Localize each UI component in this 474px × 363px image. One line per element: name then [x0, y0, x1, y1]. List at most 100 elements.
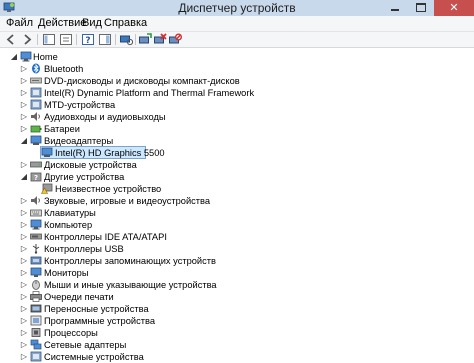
tree-device-intel-hd-graphics[interactable]: Intel(R) HD Graphics 5500 — [0, 146, 474, 159]
category-label: Мониторы — [44, 268, 89, 278]
category-label: Intel(R) Dynamic Platform and Thermal Fr… — [44, 88, 255, 98]
tree-category-system-devices[interactable]: ▷ Системные устройства — [0, 351, 474, 363]
tree-device-unknown[interactable]: Неизвестное устройство — [0, 183, 474, 195]
expand-icon[interactable]: ▷ — [20, 123, 28, 135]
expand-icon[interactable]: ▷ — [20, 255, 28, 267]
expand-icon[interactable]: ▷ — [20, 63, 28, 75]
tree-category-processors[interactable]: ▷ Процессоры — [0, 327, 474, 339]
bluetooth-icon — [32, 63, 40, 74]
speaker-icon — [31, 196, 40, 205]
expand-icon[interactable]: ▷ — [20, 219, 28, 231]
category-label: Другие устройства — [44, 172, 125, 182]
warning-device-icon — [41, 183, 53, 194]
software-device-icon — [30, 315, 42, 326]
category-label: Программные устройства — [44, 316, 156, 326]
tree-category-batteries[interactable]: ▷ Батареи — [0, 123, 474, 135]
help-icon[interactable]: ? — [81, 33, 95, 46]
menu-view[interactable]: Вид — [82, 17, 102, 29]
tree-category-audio-io[interactable]: ▷ Аудиовходы и аудиовыходы — [0, 111, 474, 123]
tree-category-print-queues[interactable]: ▷ Очереди печати — [0, 291, 474, 303]
tree-category-intel-dptf[interactable]: ▷ Intel(R) Dynamic Platform and Thermal … — [0, 87, 474, 99]
back-icon[interactable] — [4, 33, 18, 46]
tree-category-computer[interactable]: ▷ Компьютер — [0, 219, 474, 231]
category-label: Мыши и иные указывающие устройства — [44, 280, 217, 290]
processor-icon — [31, 328, 41, 337]
tree-category-ide[interactable]: ▷ Контроллеры IDE ATA/ATAPI — [0, 231, 474, 243]
expand-icon[interactable]: ▷ — [20, 87, 28, 99]
uninstall-device-icon[interactable] — [153, 33, 167, 46]
other-devices-icon: ? — [30, 172, 42, 182]
tree-category-other-devices[interactable]: ◢ ? Другие устройства — [0, 171, 474, 183]
expand-icon[interactable]: ▷ — [20, 159, 28, 171]
tree-category-software-devices[interactable]: ▷ Программные устройства — [0, 315, 474, 327]
expand-icon[interactable]: ▷ — [20, 99, 28, 111]
expand-icon[interactable]: ▷ — [20, 339, 28, 351]
ide-controller-icon — [30, 233, 42, 240]
properties-icon[interactable] — [59, 33, 73, 46]
expand-icon[interactable]: ▷ — [20, 75, 28, 87]
category-label: Системные устройства — [44, 352, 144, 362]
show-hide-tree-icon[interactable] — [42, 33, 56, 46]
expand-icon[interactable]: ▷ — [20, 243, 28, 255]
menu-help[interactable]: Справка — [104, 17, 147, 29]
toolbar-separator — [115, 34, 116, 45]
expand-icon[interactable]: ▷ — [20, 207, 28, 219]
tree-category-bluetooth[interactable]: ▷ Bluetooth — [0, 63, 474, 75]
menu-action[interactable]: Действие — [38, 17, 86, 29]
maximize-button[interactable] — [408, 0, 434, 16]
expand-icon[interactable]: ▷ — [20, 351, 28, 363]
category-label: Дисковые устройства — [44, 160, 137, 170]
tree-category-portable-devices[interactable]: ▷ Переносные устройства — [0, 303, 474, 315]
tree-category-mtd[interactable]: ▷ MTD-устройства — [0, 99, 474, 111]
category-label: Bluetooth — [44, 64, 84, 74]
expand-icon[interactable]: ▷ — [20, 195, 28, 207]
expand-icon[interactable]: ▷ — [20, 315, 28, 327]
category-label: Клавиатуры — [44, 208, 96, 218]
category-label: Контроллеры IDE ATA/ATAPI — [44, 232, 167, 242]
expand-icon[interactable]: ▷ — [20, 111, 28, 123]
tree-category-keyboards[interactable]: ▷ Клавиатуры — [0, 207, 474, 219]
tree-root-label: Home — [33, 52, 58, 62]
portable-device-icon — [30, 304, 42, 313]
minimize-button[interactable] — [382, 0, 408, 16]
expand-icon[interactable]: ▷ — [20, 291, 28, 303]
expand-icon[interactable]: ▷ — [20, 231, 28, 243]
category-label: Контроллеры запоминающих устройств — [44, 256, 216, 266]
update-driver-icon[interactable] — [138, 33, 152, 46]
tree-category-disk-drives[interactable]: ▷ Дисковые устройства — [0, 159, 474, 171]
action-pane-icon[interactable] — [98, 33, 112, 46]
toolbar-separator — [135, 34, 136, 45]
toolbar-separator — [37, 34, 38, 45]
disable-device-icon[interactable] — [168, 33, 182, 46]
collapse-icon[interactable]: ◢ — [20, 135, 28, 147]
tree-root[interactable]: ◢ Home — [0, 51, 474, 63]
usb-icon — [32, 244, 40, 254]
mouse-icon — [32, 280, 40, 290]
title-bar: Диспетчер устройств ✕ — [0, 0, 474, 16]
expand-icon[interactable]: ▷ — [20, 303, 28, 315]
collapse-icon[interactable]: ◢ — [10, 51, 18, 63]
tree-category-mice[interactable]: ▷ Мыши и иные указывающие устройства — [0, 279, 474, 291]
tree-category-sound-video[interactable]: ▷ Звуковые, игровые и видеоустройства — [0, 195, 474, 207]
collapse-icon[interactable]: ◢ — [20, 171, 28, 183]
network-adapter-icon — [30, 339, 42, 350]
forward-icon[interactable] — [20, 33, 34, 46]
tree-category-dvd[interactable]: ▷ DVD-дисководы и дисководы компакт-диск… — [0, 75, 474, 87]
menu-file[interactable]: Файл — [6, 17, 33, 29]
close-button[interactable]: ✕ — [434, 0, 474, 16]
scan-hardware-icon[interactable] — [119, 33, 133, 46]
toolbar-separator — [76, 34, 77, 45]
category-label: Батареи — [44, 124, 80, 134]
tree-category-monitors[interactable]: ▷ Мониторы — [0, 267, 474, 279]
tree-category-usb[interactable]: ▷ Контроллеры USB — [0, 243, 474, 255]
category-label: MTD-устройства — [44, 100, 116, 110]
maximize-icon — [416, 3, 426, 12]
category-label: Очереди печати — [44, 292, 114, 302]
expand-icon[interactable]: ▷ — [20, 267, 28, 279]
expand-icon[interactable]: ▷ — [20, 327, 28, 339]
system-device-icon — [30, 351, 42, 362]
tree-category-storage-controllers[interactable]: ▷ Контроллеры запоминающих устройств — [0, 255, 474, 267]
expand-icon[interactable]: ▷ — [20, 279, 28, 291]
tree-category-network-adapters[interactable]: ▷ Сетевые адаптеры — [0, 339, 474, 351]
menu-bar: Файл Действие Вид Справка — [0, 16, 474, 32]
